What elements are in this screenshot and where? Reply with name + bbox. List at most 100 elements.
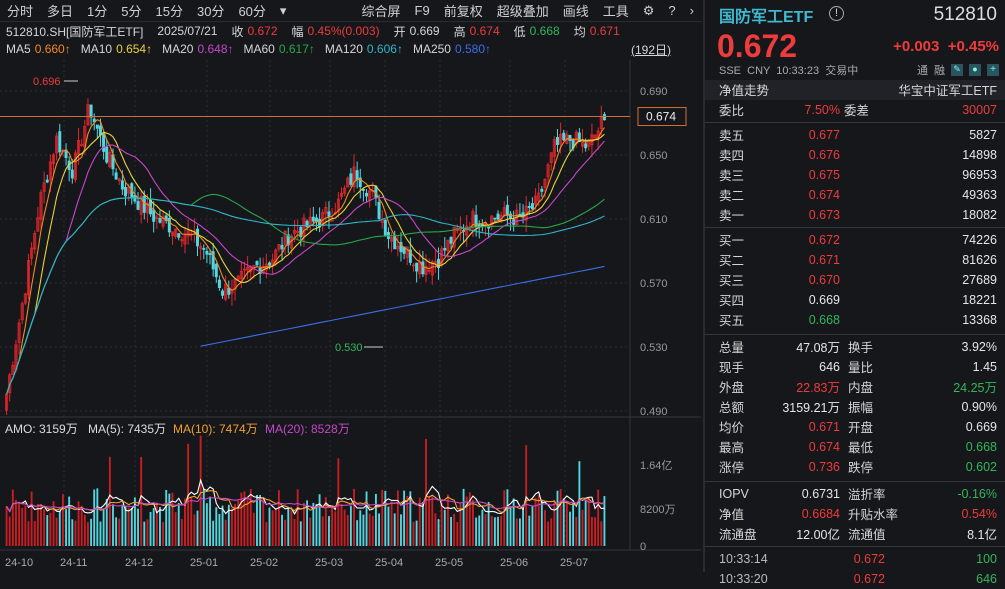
- volume-bar: [531, 506, 534, 546]
- level-price: 0.675: [808, 167, 840, 182]
- toolbar-button[interactable]: 工具: [596, 1, 636, 20]
- volume-bar: [30, 491, 33, 546]
- toolbar-button[interactable]: 画线: [556, 1, 596, 20]
- volume-bar: [450, 516, 452, 546]
- ma-label: MA20: [162, 42, 194, 56]
- nav-trend-row[interactable]: 净值走势 华宝中证军工ETF: [705, 80, 1005, 100]
- candle-body: [443, 247, 447, 251]
- avg-label: 均: [573, 24, 586, 39]
- volume-bar: [65, 509, 67, 546]
- toolbar-button[interactable]: ?: [661, 3, 682, 18]
- tick-volume: 100: [976, 551, 997, 566]
- volume-bar: [346, 514, 349, 546]
- date-tick: 25-06: [500, 557, 528, 569]
- period-count[interactable]: (192日): [631, 41, 671, 58]
- period-tab[interactable]: 60分: [231, 1, 272, 20]
- period-tab[interactable]: 多日: [40, 1, 80, 20]
- candle-body: [505, 204, 509, 216]
- date-tick: 24-10: [5, 557, 33, 569]
- stat-label: 现手: [719, 361, 745, 376]
- current-price-tag: 0.674: [646, 110, 676, 124]
- volume-bar: [152, 508, 155, 546]
- ma-value: 0.606↑: [366, 42, 403, 56]
- change-value: 0.45%(0.003): [307, 24, 380, 38]
- period-tab[interactable]: 5分: [114, 1, 148, 20]
- volume-bar: [594, 517, 596, 546]
- volume-bar: [528, 515, 531, 546]
- toolbar-button[interactable]: ›: [683, 3, 701, 18]
- ma120-line: [6, 197, 605, 395]
- volume-bar: [274, 508, 277, 546]
- stats-table: 总量 47.08万 换手 3.92% 现手 646 量比 1.45 外盘 22.83万 内盘 24.2…: [705, 337, 1005, 547]
- stat-value: 0.671: [808, 419, 840, 434]
- info-icon[interactable]: !: [829, 6, 844, 21]
- toolbar-button[interactable]: 前复权: [437, 1, 490, 20]
- volume-tick: 8200万: [640, 504, 675, 516]
- period-tab[interactable]: ▾: [273, 3, 294, 19]
- candle-body: [540, 188, 544, 192]
- toolbar-button[interactable]: 超级叠加: [490, 1, 556, 20]
- level-price: 0.668: [808, 312, 840, 327]
- candle-body: [45, 179, 49, 183]
- period-tab[interactable]: 分时: [0, 1, 40, 20]
- level-price: 0.677: [808, 127, 840, 142]
- level-volume: 5827: [969, 127, 997, 142]
- stat-row: 最高 0.674 最低 0.668: [705, 437, 1005, 457]
- volume-bar: [425, 438, 427, 546]
- volume-bar: [224, 519, 227, 546]
- volume-bar: [5, 506, 8, 546]
- volume-bar: [512, 498, 515, 546]
- order-book-row: 买三 0.670 27689: [705, 270, 1005, 290]
- toolbar-button[interactable]: 综合屏: [355, 1, 408, 20]
- stat-label: 内盘: [848, 381, 874, 396]
- security-name: 国防军工ETF: [719, 9, 814, 26]
- candle-body: [214, 263, 218, 278]
- volume-bar: [484, 514, 487, 546]
- volume-bar: [68, 496, 71, 546]
- amo-label: AMO: 3159万: [5, 422, 78, 436]
- candle-body: [487, 226, 491, 229]
- volume-bar: [490, 516, 493, 546]
- volume-bar: [83, 514, 86, 546]
- toolbar-button[interactable]: F9: [408, 3, 437, 18]
- candle-body: [349, 173, 353, 185]
- ma5-line: [6, 118, 605, 395]
- volume-bar: [209, 496, 211, 546]
- kline-chart[interactable]: 0.690 0.650 0.610 0.570 0.530 0.490 0.674 0.696…: [0, 60, 701, 572]
- candle-body: [102, 133, 106, 152]
- candle-body: [70, 169, 74, 179]
- volume-bar: [74, 520, 77, 546]
- date-tick: 25-03: [315, 557, 343, 569]
- date-tick: 25-01: [190, 557, 218, 569]
- level-price: 0.669: [808, 292, 840, 307]
- stat-label: 量比: [848, 361, 874, 376]
- toolbar-button[interactable]: ⚙: [636, 3, 662, 19]
- candle-body: [365, 192, 369, 197]
- add-icon[interactable]: +: [987, 64, 999, 76]
- price-tick: 0.490: [640, 406, 668, 418]
- period-tab[interactable]: 15分: [149, 1, 190, 20]
- date-tick: 25-04: [375, 557, 403, 569]
- volume-bar: [381, 489, 384, 546]
- volume-bar: [547, 521, 550, 546]
- security-code: 512810: [933, 4, 997, 25]
- edit-icon[interactable]: ✎: [951, 64, 963, 76]
- volume-bar: [212, 520, 215, 546]
- bell-icon[interactable]: ●: [969, 64, 981, 76]
- order-book: 卖五 0.677 5827 卖四 0.676 14898 卖三 0.675 96953 卖二 0.6…: [705, 125, 1005, 335]
- candle-body: [415, 262, 419, 272]
- candle-body: [202, 248, 206, 250]
- ma-label: MA250: [412, 42, 451, 56]
- stat-row: 总额 3159.21万 振幅 0.90%: [705, 397, 1005, 417]
- volume-bar: [340, 503, 343, 546]
- period-tab[interactable]: 1分: [80, 1, 114, 20]
- date-tick: 25-07: [560, 557, 588, 569]
- candle-body: [327, 211, 331, 217]
- low-annotation: 0.530: [335, 342, 363, 354]
- volume-bar: [403, 490, 406, 546]
- volume-bar: [162, 522, 165, 546]
- period-tab[interactable]: 30分: [190, 1, 231, 20]
- volume-bar: [218, 513, 221, 546]
- volume-bar: [18, 501, 21, 546]
- quote-panel: 国防军工ETF ! 512810 0.672 +0.003 +0.45% SSE…: [703, 0, 1005, 586]
